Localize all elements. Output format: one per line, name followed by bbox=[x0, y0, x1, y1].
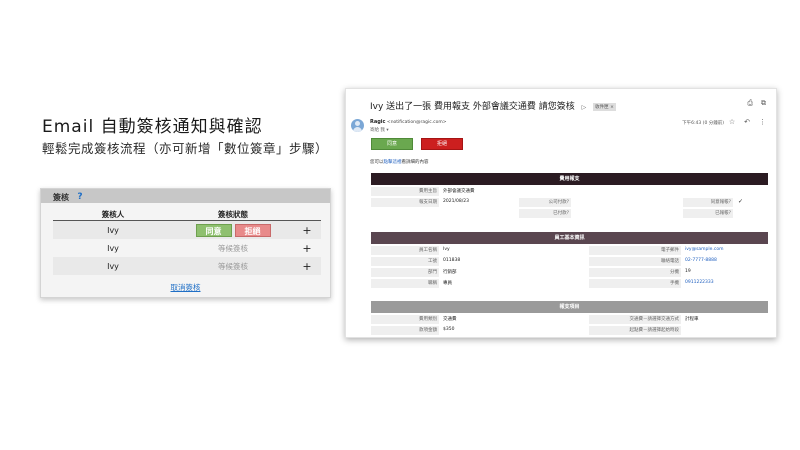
field-label: 員工名稱 bbox=[419, 248, 437, 253]
field-row: 報支日期 2021/08/23 公司付款? 同意報帳? ✓ bbox=[371, 197, 768, 208]
field-label: 費用主旨 bbox=[419, 189, 437, 194]
field-label: 同意報帳? bbox=[710, 200, 731, 205]
col-status: 簽核狀態 bbox=[218, 210, 248, 219]
status-waiting: 等候簽核 bbox=[218, 261, 248, 271]
email-sender: Ragic <notification@ragic.com> bbox=[370, 119, 447, 125]
signoff-table-header: 簽核人 簽核狀態 bbox=[53, 209, 321, 221]
field-value: 2021/08/23 bbox=[443, 199, 469, 204]
field-label: 聯絡電話 bbox=[661, 259, 679, 264]
approver-name: Ivy bbox=[107, 261, 119, 271]
field-label: 報支日期 bbox=[419, 200, 437, 205]
field-value: 行銷部 bbox=[443, 270, 457, 275]
approver-name: Ivy bbox=[107, 225, 119, 235]
field-value[interactable]: 0911222333 bbox=[685, 280, 714, 285]
field-row: 工號 011838 聯絡電話 02-7777-8888 bbox=[371, 256, 768, 267]
field-label: 電子郵件 bbox=[661, 248, 679, 253]
field-value: 計程車 bbox=[685, 317, 699, 322]
field-label: 工號 bbox=[428, 259, 437, 264]
more-icon[interactable]: ⋮ bbox=[759, 118, 766, 126]
sender-address: <notification@ragic.com> bbox=[386, 120, 447, 125]
field-label: 款項金額 bbox=[419, 328, 437, 333]
field-label: 分機 bbox=[670, 270, 679, 275]
slide: Email 自動簽核通知與確認 輕鬆完成簽核流程（亦可新增「數位簽章」步驟） 簽… bbox=[0, 0, 800, 450]
field-row: 部門 行銷部 分機 19 bbox=[371, 267, 768, 278]
signoff-panel: 簽核 ? 簽核人 簽核狀態 Ivy 同意 拒絕 + Ivy 等候簽核 + Ivy… bbox=[40, 188, 331, 298]
field-value: 外部會議交通費 bbox=[443, 189, 475, 194]
col-approver: 簽核人 bbox=[101, 210, 125, 219]
email-top-icons: ⎙ ⧉ bbox=[747, 99, 766, 108]
field-value: 交通費 bbox=[443, 317, 457, 322]
signoff-title: 簽核 bbox=[53, 192, 69, 202]
tag-icon: ▷ bbox=[581, 104, 587, 111]
avatar-icon bbox=[351, 119, 364, 132]
field-label: 起點費－請選擇起始時段 bbox=[629, 328, 680, 333]
field-row: 費用主旨 外部會議交通費 bbox=[371, 186, 768, 197]
email-recipient[interactable]: 寄給 我 ▾ bbox=[370, 127, 389, 133]
field-label: 職稱 bbox=[428, 281, 437, 286]
approver-name: Ivy bbox=[107, 243, 119, 253]
inbox-label[interactable]: 收件匣 × bbox=[593, 102, 616, 111]
field-label: 手機 bbox=[670, 281, 679, 286]
status-waiting: 等候簽核 bbox=[218, 243, 248, 253]
email-window: Ivy 送出了一張 費用報支 外部會議交通費 請您簽核 ▷ 收件匣 × ⎙ ⧉ … bbox=[345, 88, 777, 338]
field-value: 19 bbox=[685, 269, 691, 274]
star-icon[interactable]: ☆ bbox=[729, 118, 735, 126]
sender-name: Ragic bbox=[370, 119, 386, 125]
signoff-row: Ivy 同意 拒絕 + bbox=[53, 221, 321, 239]
email-meta-icons: ☆ ↶ ⋮ bbox=[729, 118, 766, 126]
field-label: 已報帳? bbox=[715, 211, 731, 216]
signoff-header: 簽核 ? bbox=[41, 189, 330, 203]
reject-button[interactable]: 拒絕 bbox=[234, 223, 271, 237]
open-new-window-icon[interactable]: ⧉ bbox=[761, 99, 766, 108]
signoff-table: 簽核人 簽核狀態 Ivy 同意 拒絕 + Ivy 等候簽核 + Ivy 等候簽核 … bbox=[53, 209, 321, 275]
add-approver-plus-icon[interactable]: + bbox=[293, 224, 321, 237]
section-expense: 費用報支 bbox=[371, 173, 768, 185]
field-value: $350 bbox=[443, 327, 455, 332]
detail-link[interactable]: 點擊這裡 bbox=[384, 160, 402, 165]
section-employee: 員工基本資訊 bbox=[371, 232, 768, 244]
cancel-signoff-link[interactable]: 取消簽核 bbox=[41, 282, 330, 293]
detail-prefix: 您可以 bbox=[370, 160, 384, 165]
field-row: 款項金額 $350 起點費－請選擇起始時段 bbox=[371, 325, 768, 336]
print-icon[interactable]: ⎙ bbox=[747, 99, 753, 108]
field-value: Ivy bbox=[443, 247, 450, 252]
detail-line: 您可以點擊這裡看詳細的內容 bbox=[370, 159, 429, 165]
field-label: 費用類別 bbox=[419, 317, 437, 322]
subline: 輕鬆完成簽核流程（亦可新增「數位簽章」步驟） bbox=[42, 141, 329, 156]
signoff-row: Ivy 等候簽核 + bbox=[53, 257, 321, 275]
field-value[interactable]: ivy@sample.com bbox=[685, 247, 723, 252]
detail-suffix: 看詳細的內容 bbox=[401, 160, 429, 165]
email-subject: Ivy 送出了一張 費用報支 外部會議交通費 請您簽核 ▷ 收件匣 × bbox=[370, 99, 616, 112]
section-items: 報支項目 bbox=[371, 301, 768, 313]
email-reject-button[interactable]: 拒絕 bbox=[421, 138, 463, 150]
email-agree-button[interactable]: 同意 bbox=[371, 138, 413, 150]
email-time: 下午6:43 (0 分鐘前) bbox=[682, 121, 724, 126]
field-value: 011838 bbox=[443, 258, 461, 263]
field-value[interactable]: 02-7777-8888 bbox=[685, 258, 717, 263]
headline: Email 自動簽核通知與確認 bbox=[42, 117, 263, 137]
field-row: 費用類別 交通費 交通費－請選擇交通方式 計程車 bbox=[371, 314, 768, 325]
add-approver-plus-icon[interactable]: + bbox=[293, 242, 321, 255]
field-row: 員工名稱 Ivy 電子郵件 ivy@sample.com bbox=[371, 245, 768, 256]
field-label: 交通費－請選擇交通方式 bbox=[629, 317, 680, 322]
status-actions: 同意 拒絕 bbox=[173, 223, 293, 237]
field-value: 專員 bbox=[443, 281, 452, 286]
signoff-row: Ivy 等候簽核 + bbox=[53, 239, 321, 257]
field-label: 公司付款? bbox=[548, 200, 569, 205]
field-label: 已付款? bbox=[553, 211, 569, 216]
add-approver-plus-icon[interactable]: + bbox=[293, 260, 321, 273]
field-row: 已付款? 已報帳? bbox=[371, 208, 768, 219]
field-label: 部門 bbox=[428, 270, 437, 275]
help-icon[interactable]: ? bbox=[75, 192, 85, 202]
email-subject-text: Ivy 送出了一張 費用報支 外部會議交通費 請您簽核 bbox=[370, 102, 575, 112]
check-icon: ✓ bbox=[738, 198, 744, 205]
field-row: 職稱 專員 手機 0911222333 bbox=[371, 278, 768, 289]
agree-button[interactable]: 同意 bbox=[195, 223, 232, 237]
reply-icon[interactable]: ↶ bbox=[744, 118, 750, 126]
